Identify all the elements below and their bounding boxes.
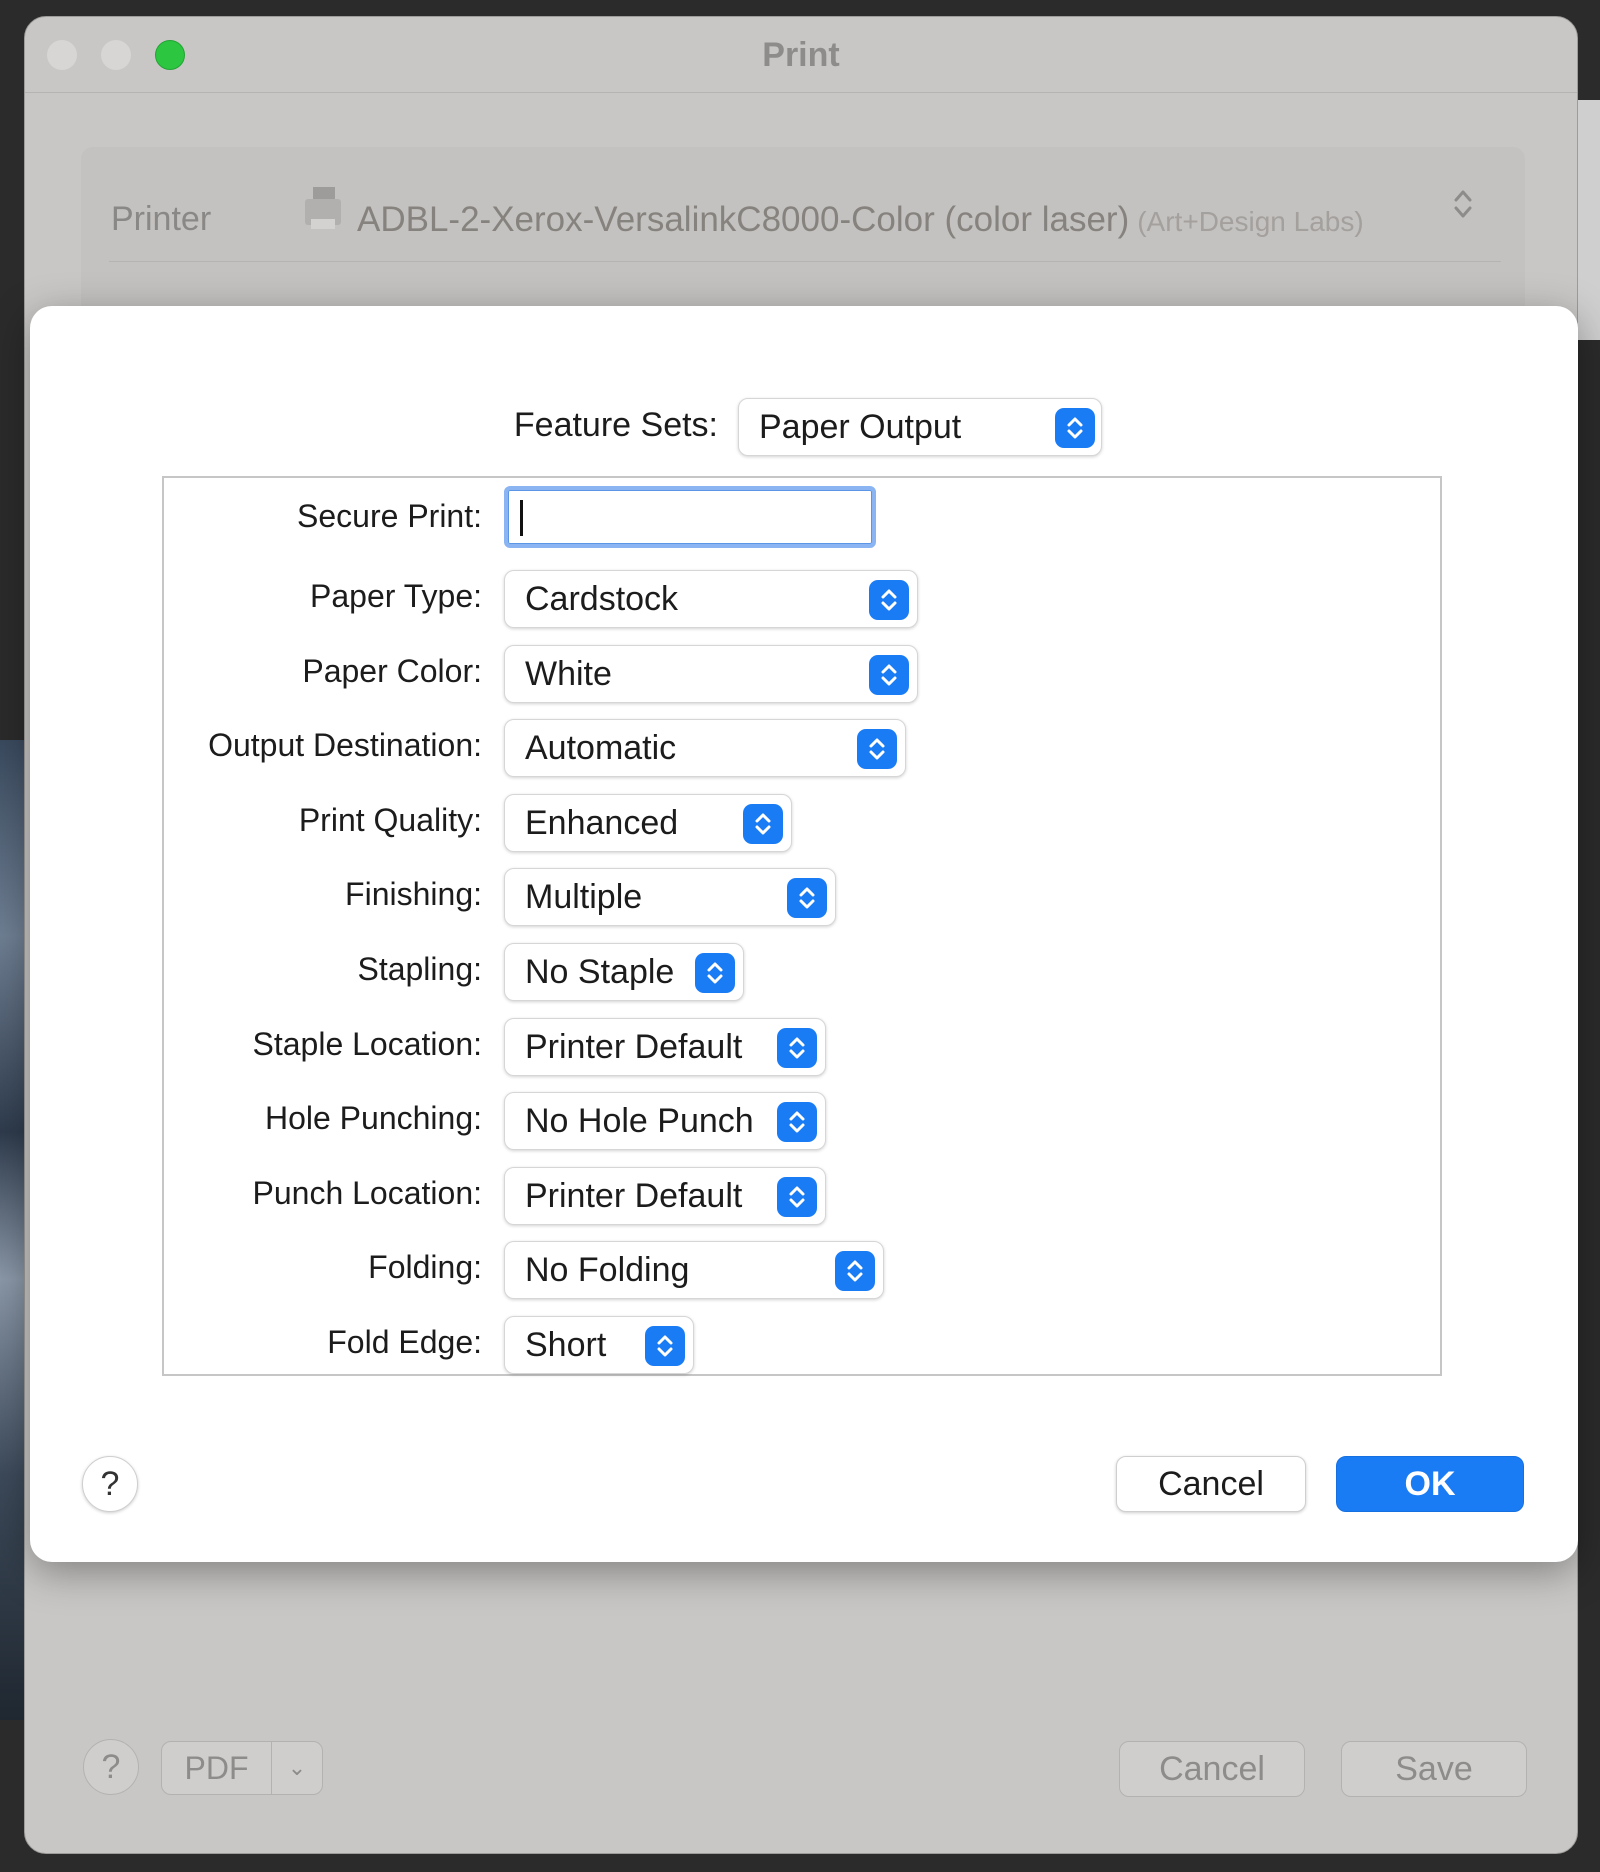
option-popup[interactable]: No Folding — [504, 1241, 884, 1299]
printer-label: Printer — [111, 200, 212, 238]
option-label: Paper Color: — [302, 653, 482, 689]
title-bar: Print — [25, 17, 1577, 93]
chevron-updown-icon[interactable] — [1453, 187, 1473, 221]
option-label: Hole Punching: — [264, 1100, 482, 1136]
option-label: Finishing: — [345, 876, 482, 912]
option-popup[interactable]: Multiple — [504, 868, 836, 926]
cancel-button[interactable]: Cancel — [1116, 1456, 1306, 1512]
option-popup[interactable]: Automatic — [504, 719, 906, 777]
option-value: Cardstock — [525, 580, 679, 618]
option-popup[interactable]: Cardstock — [504, 570, 918, 628]
divider — [109, 261, 1501, 262]
option-popup[interactable]: No Staple — [504, 943, 744, 1001]
stepper-icon — [869, 655, 909, 695]
feature-sets-popup[interactable]: Paper Output — [738, 398, 1102, 456]
option-popup[interactable]: Enhanced — [504, 794, 792, 852]
printer-name: ADBL-2-Xerox-VersalinkC8000-Color (color… — [357, 200, 1130, 239]
option-value: Printer Default — [525, 1028, 743, 1066]
text-caret — [520, 500, 523, 536]
option-popup[interactable]: Printer Default — [504, 1167, 826, 1225]
pdf-menu-button[interactable]: PDF ⌄ — [161, 1741, 323, 1795]
print-cancel-button[interactable]: Cancel — [1119, 1741, 1305, 1797]
printer-icon — [305, 187, 341, 229]
option-label: Folding: — [368, 1249, 482, 1285]
stepper-icon — [869, 580, 909, 620]
help-button[interactable]: ? — [82, 1456, 138, 1512]
option-value: Printer Default — [525, 1177, 743, 1215]
option-popup[interactable]: No Hole Punch — [504, 1092, 826, 1150]
stepper-icon — [1055, 408, 1095, 448]
feature-sets-label: Feature Sets: — [513, 406, 718, 444]
option-label: Output Destination: — [208, 727, 482, 763]
stepper-icon — [857, 729, 897, 769]
secure-print-label: Secure Print: — [297, 498, 482, 534]
printer-location: (Art+Design Labs) — [1137, 206, 1364, 237]
option-label: Paper Type: — [310, 578, 482, 614]
printer-select[interactable]: ADBL-2-Xerox-VersalinkC8000-Color (color… — [357, 200, 1364, 240]
option-value: No Hole Punch — [525, 1102, 754, 1140]
stepper-icon — [787, 878, 827, 918]
stepper-icon — [777, 1028, 817, 1068]
chevron-down-icon: ⌄ — [287, 1755, 307, 1780]
printer-features-sheet: Feature Sets: Paper Output Secure Print:… — [30, 306, 1578, 1562]
option-label: Fold Edge: — [327, 1324, 482, 1360]
pdf-label: PDF — [162, 1742, 272, 1794]
option-popup[interactable]: White — [504, 645, 918, 703]
background-window-edge — [1576, 100, 1600, 340]
window-title: Print — [762, 36, 840, 74]
stepper-icon — [743, 804, 783, 844]
option-label: Staple Location: — [252, 1026, 483, 1062]
option-value: Automatic — [525, 729, 677, 767]
option-popup[interactable]: Printer Default — [504, 1018, 826, 1076]
option-label: Stapling: — [357, 951, 482, 987]
stepper-icon — [695, 953, 735, 993]
help-button-background[interactable]: ? — [83, 1739, 139, 1795]
ok-button[interactable]: OK — [1336, 1456, 1524, 1512]
option-value: No Staple — [525, 953, 675, 991]
option-value: Multiple — [525, 878, 643, 916]
stepper-icon — [835, 1251, 875, 1291]
stepper-icon — [645, 1326, 685, 1366]
print-save-button[interactable]: Save — [1341, 1741, 1527, 1797]
option-popup[interactable]: Short — [504, 1316, 694, 1374]
option-value: Short — [525, 1326, 607, 1364]
option-label: Print Quality: — [298, 802, 482, 838]
option-value: No Folding — [525, 1251, 690, 1289]
option-value: White — [525, 655, 612, 693]
secure-print-input[interactable] — [504, 486, 876, 548]
stepper-icon — [777, 1102, 817, 1142]
option-value: Enhanced — [525, 804, 679, 842]
stepper-icon — [777, 1177, 817, 1217]
option-label: Punch Location: — [252, 1175, 483, 1211]
feature-sets-value: Paper Output — [759, 408, 962, 446]
